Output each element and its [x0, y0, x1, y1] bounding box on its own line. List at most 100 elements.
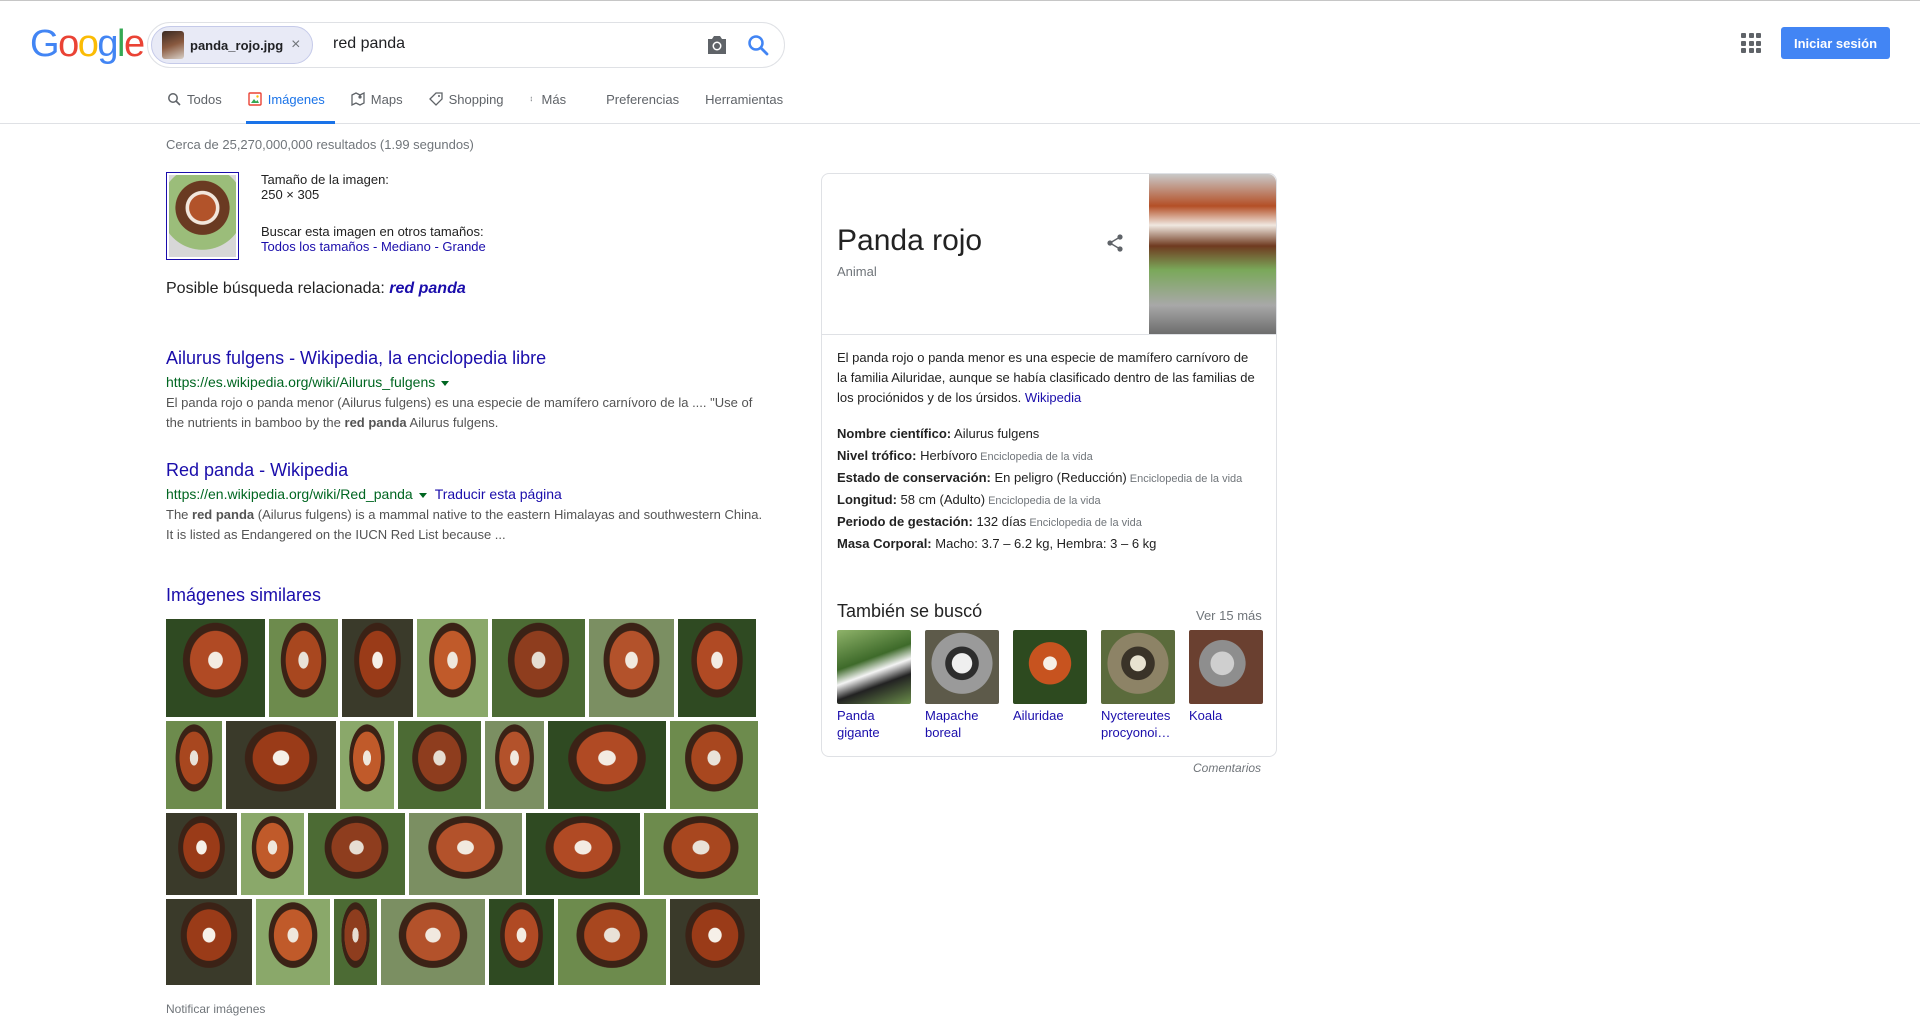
link-separator: - — [430, 239, 443, 254]
all-sizes-link[interactable]: Todos los tamaños — [261, 239, 369, 254]
similar-image-thumbnail[interactable] — [485, 721, 544, 809]
similar-image-thumbnail[interactable] — [256, 899, 330, 985]
url-dropdown-icon[interactable] — [418, 492, 427, 498]
related-prefix: Posible búsqueda relacionada: — [166, 280, 385, 297]
url-dropdown-icon[interactable] — [441, 380, 450, 386]
similar-image-thumbnail[interactable] — [334, 899, 377, 985]
tab-label: Shopping — [448, 92, 504, 107]
also-searched-item[interactable]: Ailuridae — [1013, 630, 1087, 724]
also-searched-item[interactable]: Panda gigante — [837, 630, 911, 741]
link-separator: - — [369, 239, 381, 254]
camera-icon[interactable] — [705, 34, 729, 56]
tab-imagenes[interactable]: Imágenes — [245, 88, 335, 124]
also-searched-label: Mapache — [925, 708, 979, 723]
knowledge-panel-image[interactable] — [1149, 174, 1276, 334]
similar-image-thumbnail[interactable] — [417, 619, 488, 717]
search-box[interactable]: panda_rojo.jpg × — [147, 22, 785, 68]
similar-images-link[interactable]: Imágenes similares — [166, 585, 321, 606]
fact-row: Estado de conservación: En peligro (Redu… — [837, 470, 1243, 485]
more-vert-icon — [530, 96, 532, 102]
also-searched-label: procyonoi… — [1101, 725, 1171, 740]
fact-source-link[interactable]: Enciclopedia de la vida — [1029, 517, 1142, 529]
similar-image-thumbnail[interactable] — [226, 721, 336, 809]
similar-image-thumbnail[interactable] — [644, 813, 758, 895]
knowledge-panel-subtitle: Animal — [837, 264, 877, 279]
tab-label: Preferencias — [606, 92, 680, 107]
similar-image-thumbnail[interactable] — [381, 899, 485, 985]
tab-label: Todos — [187, 92, 222, 107]
knowledge-panel-description: El panda rojo o panda menor es una espec… — [837, 350, 1255, 405]
fact-source-link[interactable]: Enciclopedia de la vida — [980, 451, 1093, 463]
search-result: Ailurus fulgens - Wikipedia, la enciclop… — [166, 347, 766, 433]
tab-maps[interactable]: Maps — [349, 88, 413, 124]
similar-image-thumbnail[interactable] — [342, 619, 413, 717]
apps-grid-icon[interactable] — [1741, 33, 1761, 53]
tab-shopping[interactable]: Shopping — [427, 88, 514, 124]
also-searched-label: Ailuridae — [1013, 708, 1064, 723]
similar-image-thumbnail[interactable] — [670, 899, 760, 985]
also-searched-item[interactable]: Mapache boreal — [925, 630, 999, 741]
chip-close-icon[interactable]: × — [291, 36, 300, 54]
similar-image-thumbnail[interactable] — [166, 619, 265, 717]
similar-image-thumbnail[interactable] — [166, 899, 252, 985]
result-snippet: The red panda (Ailurus fulgens) is a mam… — [166, 507, 763, 542]
similar-image-thumbnail[interactable] — [398, 721, 481, 809]
tab-label: Imágenes — [267, 92, 325, 107]
fact-row: Masa Corporal: Macho: 3.7 – 6.2 kg, Hemb… — [837, 536, 1157, 551]
tab-preferencias[interactable]: Preferencias — [604, 88, 689, 124]
translate-link[interactable]: Traducir esta página — [435, 486, 562, 502]
see-more-link[interactable]: Ver 15 más — [1196, 608, 1262, 623]
medium-size-link[interactable]: Mediano — [381, 239, 431, 254]
fact-row: Nivel trófico: Herbívoro Enciclopedia de … — [837, 448, 1093, 463]
feedback-link[interactable]: Comentarios — [1193, 761, 1261, 775]
similar-image-thumbnail[interactable] — [670, 721, 758, 809]
tab-herramientas[interactable]: Herramientas — [703, 88, 793, 124]
similar-image-thumbnail[interactable] — [269, 619, 338, 717]
fact-source-link[interactable]: Enciclopedia de la vida — [988, 495, 1101, 507]
similar-image-thumbnail[interactable] — [678, 619, 756, 717]
similar-image-thumbnail[interactable] — [166, 721, 222, 809]
also-searched-label: gigante — [837, 725, 880, 740]
also-searched-title: También se buscó — [837, 601, 983, 621]
knowledge-panel-title: Panda rojo — [837, 224, 983, 257]
google-logo[interactable]: Google — [30, 23, 145, 66]
also-searched-item[interactable]: Koala — [1189, 630, 1263, 724]
similar-image-thumbnail[interactable] — [166, 813, 237, 895]
search-input[interactable] — [333, 35, 633, 53]
image-query-chip[interactable]: panda_rojo.jpg × — [151, 26, 313, 64]
large-size-link[interactable]: Grande — [442, 239, 485, 254]
query-image-thumbnail[interactable] — [166, 172, 239, 260]
related-search: Posible búsqueda relacionada: red panda — [166, 280, 466, 298]
search-tabs: Todos Imágenes Maps Shopping Más Prefere… — [165, 88, 807, 124]
tab-mas[interactable]: Más — [528, 88, 577, 124]
wikipedia-link[interactable]: Wikipedia — [1025, 390, 1081, 405]
similar-image-thumbnail[interactable] — [409, 813, 522, 895]
tab-todos[interactable]: Todos — [165, 88, 232, 124]
result-title-link[interactable]: Red panda - Wikipedia — [166, 459, 766, 481]
similar-image-thumbnail[interactable] — [526, 813, 640, 895]
header: Google panda_rojo.jpg × Iniciar sesión T… — [0, 0, 1920, 124]
divider — [822, 334, 1276, 335]
similar-image-thumbnail[interactable] — [492, 619, 585, 717]
fact-source-link[interactable]: Enciclopedia de la vida — [1130, 473, 1243, 485]
similar-image-thumbnail[interactable] — [241, 813, 304, 895]
similar-image-thumbnail[interactable] — [548, 721, 666, 809]
similar-image-thumbnail[interactable] — [558, 899, 666, 985]
result-stats: Cerca de 25,270,000,000 resultados (1.99… — [166, 137, 474, 152]
similar-image-thumbnail[interactable] — [489, 899, 554, 985]
similar-image-thumbnail[interactable] — [308, 813, 405, 895]
signin-button[interactable]: Iniciar sesión — [1781, 27, 1890, 59]
image-size-label: Tamaño de la imagen: — [261, 172, 389, 187]
similar-image-thumbnail[interactable] — [589, 619, 674, 717]
related-query-link[interactable]: red panda — [389, 280, 465, 297]
search-icon[interactable] — [746, 33, 770, 57]
report-images-link[interactable]: Notificar imágenes — [166, 1002, 265, 1016]
result-title-link[interactable]: Ailurus fulgens - Wikipedia, la enciclop… — [166, 347, 766, 369]
similar-image-thumbnail[interactable] — [340, 721, 394, 809]
tab-label: Herramientas — [705, 92, 784, 107]
logo-letter: g — [97, 23, 118, 65]
also-searched-item[interactable]: Nyctereutes procyonoi… — [1101, 630, 1175, 741]
fact-row: Nombre científico: Ailurus fulgens — [837, 426, 1040, 441]
also-searched-label: Koala — [1189, 708, 1223, 723]
share-icon[interactable] — [1106, 233, 1124, 253]
